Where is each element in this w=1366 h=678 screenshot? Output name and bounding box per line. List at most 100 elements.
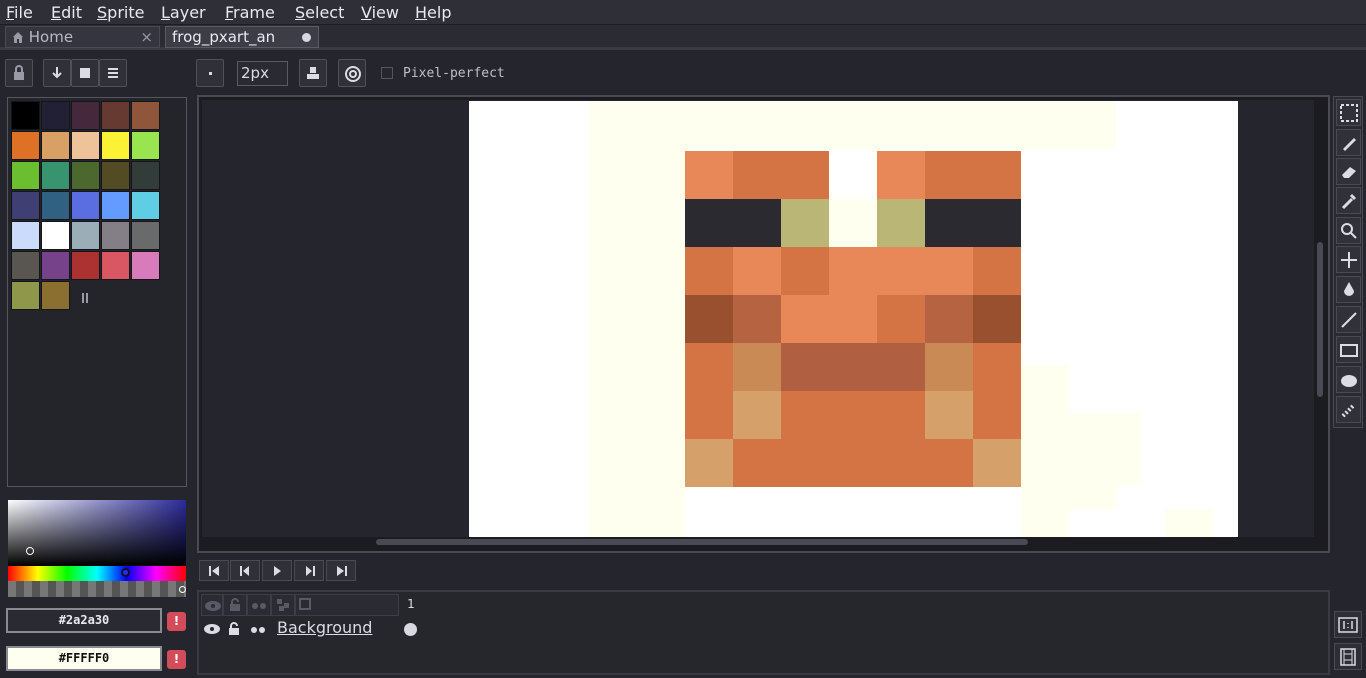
tab-sprite[interactable]: frog_pxart_an xyxy=(165,26,319,48)
link-header-icon[interactable] xyxy=(247,594,271,616)
palette-swatch[interactable] xyxy=(41,191,70,220)
ink-button[interactable] xyxy=(299,59,327,87)
palette-swatch[interactable] xyxy=(131,251,160,280)
palette-swatch[interactable] xyxy=(131,131,160,160)
color-picker[interactable] xyxy=(8,500,186,600)
layers-header-icon[interactable] xyxy=(271,594,295,616)
palette-swatch[interactable] xyxy=(101,191,130,220)
layer-visibility-toggle[interactable] xyxy=(201,618,223,640)
pencil-tool[interactable] xyxy=(1336,129,1361,156)
pressure-button[interactable] xyxy=(338,59,366,87)
palette-swatch[interactable] xyxy=(11,131,40,160)
background-warning-icon[interactable]: ! xyxy=(167,650,186,669)
foreground-warning-icon[interactable]: ! xyxy=(167,612,186,631)
eyedropper-tool[interactable] xyxy=(1336,187,1361,214)
hue-cursor[interactable] xyxy=(121,568,130,577)
filmstrip-button[interactable] xyxy=(1334,643,1362,670)
close-icon[interactable]: × xyxy=(140,28,153,46)
background-color-field[interactable]: #FFFFF0 xyxy=(6,646,162,671)
palette-swatch[interactable] xyxy=(71,251,100,280)
palette-swatch[interactable] xyxy=(131,191,160,220)
menu-file[interactable]: File xyxy=(6,3,33,22)
sprite-canvas[interactable] xyxy=(469,101,1238,537)
last-frame-button[interactable] xyxy=(326,560,356,581)
tab-home[interactable]: Home × xyxy=(5,26,160,48)
palette-swatch[interactable] xyxy=(131,221,160,250)
horizontal-scroll-thumb[interactable] xyxy=(376,539,1028,545)
layer-lock-toggle[interactable] xyxy=(223,618,247,640)
layer-link-toggle[interactable] xyxy=(247,618,271,640)
pixel-perfect-checkbox[interactable] xyxy=(381,67,393,79)
frame-number[interactable]: 1 xyxy=(399,594,423,616)
palette-swatch[interactable] xyxy=(71,221,100,250)
onion-skin-header-icon[interactable] xyxy=(295,594,399,616)
zoom-1-1-button[interactable] xyxy=(1334,611,1362,638)
vertical-scroll-thumb[interactable] xyxy=(1317,242,1323,397)
menu-list-button[interactable] xyxy=(99,59,127,87)
palette-swatch[interactable] xyxy=(41,281,70,310)
palette-swatch[interactable] xyxy=(101,101,130,130)
blur-tool[interactable] xyxy=(1336,396,1361,423)
previous-frame-button[interactable] xyxy=(230,560,260,581)
cel-icon[interactable] xyxy=(404,623,417,636)
palette-swatch[interactable] xyxy=(41,221,70,250)
new-layer-button[interactable] xyxy=(71,59,99,87)
menu-sprite[interactable]: Sprite xyxy=(97,3,144,22)
modified-dot-icon[interactable] xyxy=(302,33,311,42)
palette-swatch[interactable] xyxy=(71,191,100,220)
contour-tool[interactable] xyxy=(1336,366,1361,393)
layer-name[interactable]: Background xyxy=(275,618,400,640)
vertical-scrollbar[interactable] xyxy=(1315,100,1325,537)
move-tool[interactable] xyxy=(1336,246,1361,273)
horizontal-scrollbar[interactable] xyxy=(202,537,1314,546)
saturation-value-area[interactable] xyxy=(8,500,186,566)
lock-icon-button[interactable] xyxy=(5,59,33,87)
brush-type-button[interactable] xyxy=(196,59,224,87)
palette-swatch[interactable] xyxy=(11,101,40,130)
alpha-slider[interactable] xyxy=(8,581,186,597)
rectangle-tool[interactable] xyxy=(1336,336,1361,363)
palette-swatch[interactable] xyxy=(131,101,160,130)
line-tool[interactable] xyxy=(1336,306,1361,333)
menu-select[interactable]: Select xyxy=(295,3,344,22)
menu-layer[interactable]: Layer xyxy=(161,3,206,22)
palette-swatch[interactable] xyxy=(11,161,40,190)
palette-swatch[interactable] xyxy=(11,191,40,220)
sv-cursor[interactable] xyxy=(26,547,34,555)
palette-swatch[interactable] xyxy=(131,161,160,190)
lock-header-icon[interactable] xyxy=(223,594,247,616)
brush-size-field[interactable]: 2px xyxy=(237,61,288,86)
move-down-button[interactable] xyxy=(43,59,71,87)
palette-swatch[interactable] xyxy=(41,161,70,190)
menu-frame[interactable]: Frame xyxy=(225,3,275,22)
play-button[interactable] xyxy=(262,560,292,581)
palette-swatch[interactable] xyxy=(41,131,70,160)
palette-swatch[interactable] xyxy=(71,131,100,160)
palette-swatch[interactable] xyxy=(101,161,130,190)
first-frame-button[interactable] xyxy=(199,560,229,581)
marquee-tool[interactable] xyxy=(1336,99,1361,126)
palette-swatch[interactable] xyxy=(101,131,130,160)
zoom-tool[interactable] xyxy=(1336,217,1361,244)
palette-swatch[interactable] xyxy=(11,281,40,310)
canvas-area[interactable] xyxy=(202,100,1314,537)
palette-swatch[interactable] xyxy=(101,221,130,250)
palette-swatch[interactable] xyxy=(71,161,100,190)
hue-slider[interactable] xyxy=(8,566,186,581)
palette-swatch[interactable] xyxy=(101,251,130,280)
palette-swatch[interactable] xyxy=(71,101,100,130)
menu-help[interactable]: Help xyxy=(415,3,451,22)
fill-tool[interactable] xyxy=(1336,276,1361,303)
palette-resize-handle[interactable] xyxy=(82,293,88,303)
palette-swatch[interactable] xyxy=(11,221,40,250)
palette-swatch[interactable] xyxy=(41,101,70,130)
eye-header-icon[interactable] xyxy=(201,594,223,616)
eraser-tool[interactable] xyxy=(1336,158,1361,185)
menu-edit[interactable]: Edit xyxy=(51,3,82,22)
menu-view[interactable]: View xyxy=(361,3,399,22)
alpha-cursor[interactable] xyxy=(179,586,186,593)
foreground-color-field[interactable]: #2a2a30 xyxy=(6,608,162,633)
next-frame-button[interactable] xyxy=(294,560,324,581)
palette-swatch[interactable] xyxy=(11,251,40,280)
palette-swatch[interactable] xyxy=(41,251,70,280)
